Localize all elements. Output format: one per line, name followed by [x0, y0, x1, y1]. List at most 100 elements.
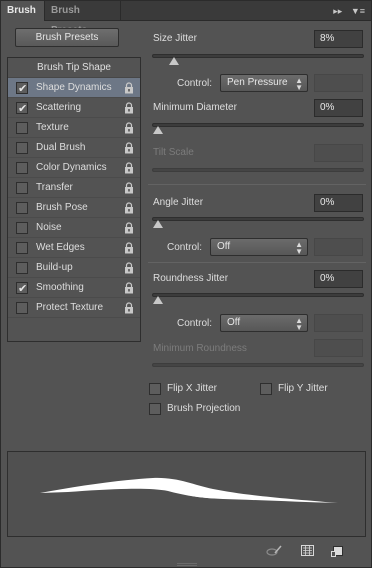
- brush-projection-label: Brush Projection: [167, 403, 241, 414]
- collapse-icon[interactable]: ▸▸: [333, 6, 342, 16]
- chevron-updown-icon: ▲ ▼: [295, 76, 303, 92]
- lock-icon[interactable]: [124, 102, 134, 114]
- lock-icon[interactable]: [124, 142, 134, 154]
- brush-preview-toggle-icon[interactable]: [266, 545, 282, 557]
- setting-checkbox[interactable]: [16, 99, 28, 119]
- roundness-jitter-label: Roundness Jitter: [153, 273, 229, 284]
- brush-setting-shape-dynamics[interactable]: Shape Dynamics: [8, 78, 140, 99]
- lock-icon[interactable]: [124, 262, 134, 274]
- size-jitter-label: Size Jitter: [153, 33, 197, 44]
- minimum-roundness-field: [314, 339, 363, 357]
- angle-control-select[interactable]: Off ▲ ▼: [210, 238, 308, 256]
- minimum-diameter-field[interactable]: 0%: [314, 99, 363, 117]
- flip-y-jitter-option[interactable]: Flip Y Jitter: [260, 382, 360, 396]
- flip-x-jitter-option[interactable]: Flip X Jitter: [149, 382, 249, 396]
- size-control-label: Control:: [177, 78, 213, 89]
- tilt-scale-slider: [152, 168, 364, 172]
- angle-jitter-thumb[interactable]: [153, 220, 163, 228]
- size-control-field: [314, 74, 363, 92]
- roundness-control-label: Control:: [177, 318, 213, 329]
- setting-checkbox[interactable]: [16, 182, 28, 194]
- brush-settings-list: Brush Tip Shape Shape Dynamics Scattering…: [7, 57, 141, 342]
- lock-icon[interactable]: [124, 282, 134, 294]
- brush-setting-brush-pose[interactable]: Brush Pose: [8, 198, 140, 218]
- tilt-scale-label: Tilt Scale: [153, 147, 194, 158]
- lock-icon[interactable]: [124, 302, 134, 314]
- angle-jitter-slider[interactable]: [152, 217, 364, 228]
- lock-icon[interactable]: [124, 242, 134, 254]
- panel-controls: ▸▸ ▼≡: [327, 1, 365, 21]
- setting-label: Brush Pose: [36, 202, 88, 213]
- brush-setting-noise[interactable]: Noise: [8, 218, 140, 238]
- panel-bottom-bar: [1, 542, 371, 561]
- brush-setting-color-dynamics[interactable]: Color Dynamics: [8, 158, 140, 178]
- flip-y-checkbox[interactable]: [260, 383, 272, 395]
- setting-label: Scattering: [36, 102, 82, 113]
- setting-checkbox[interactable]: [16, 79, 28, 99]
- brush-setting-smoothing[interactable]: Smoothing: [8, 278, 140, 299]
- size-jitter-field[interactable]: 8%: [314, 30, 363, 48]
- lock-icon[interactable]: [124, 202, 134, 214]
- lock-icon[interactable]: [124, 82, 134, 94]
- grid-icon[interactable]: [301, 545, 315, 557]
- angle-jitter-field[interactable]: 0%: [314, 194, 363, 212]
- roundness-control-value: Off: [227, 317, 241, 328]
- brush-stroke-preview: [7, 451, 366, 537]
- roundness-control-field: [314, 314, 363, 332]
- panel-tab-bar: Brush Brush Presets ▸▸ ▼≡: [1, 1, 371, 36]
- setting-label: Texture: [36, 122, 69, 133]
- setting-label: Noise: [36, 222, 62, 233]
- new-preset-icon[interactable]: [331, 545, 345, 557]
- lock-icon[interactable]: [124, 162, 134, 174]
- minimum-diameter-thumb[interactable]: [153, 126, 163, 134]
- brush-setting-transfer[interactable]: Transfer: [8, 178, 140, 198]
- lock-icon[interactable]: [124, 182, 134, 194]
- chevron-updown-icon: ▲ ▼: [295, 316, 303, 332]
- panel-menu-icon[interactable]: ▼≡: [351, 6, 365, 16]
- brush-projection-checkbox[interactable]: [149, 403, 161, 415]
- brush-setting-wet-edges[interactable]: Wet Edges: [8, 238, 140, 258]
- roundness-control-select[interactable]: Off ▲ ▼: [220, 314, 308, 332]
- setting-checkbox[interactable]: [16, 122, 28, 134]
- angle-control-label: Control:: [167, 242, 203, 253]
- section-divider: [148, 184, 366, 185]
- tab-brush-presets[interactable]: Brush Presets: [45, 1, 121, 36]
- roundness-jitter-thumb[interactable]: [153, 296, 163, 304]
- setting-label: Protect Texture: [36, 302, 104, 313]
- setting-checkbox[interactable]: [16, 242, 28, 254]
- brush-projection-option[interactable]: Brush Projection: [149, 402, 269, 416]
- size-jitter-slider[interactable]: [152, 54, 364, 65]
- brush-setting-scattering[interactable]: Scattering: [8, 98, 140, 119]
- roundness-jitter-slider[interactable]: [152, 293, 364, 304]
- brush-panel: Brush Brush Presets ▸▸ ▼≡ Brush Presets …: [0, 0, 372, 568]
- flip-x-checkbox[interactable]: [149, 383, 161, 395]
- brush-setting-protect-texture[interactable]: Protect Texture: [8, 298, 140, 318]
- brush-setting-dual-brush[interactable]: Dual Brush: [8, 138, 140, 158]
- minimum-diameter-label: Minimum Diameter: [153, 102, 237, 113]
- setting-checkbox[interactable]: [16, 142, 28, 154]
- brush-tip-shape-item[interactable]: Brush Tip Shape: [8, 58, 140, 78]
- roundness-jitter-field[interactable]: 0%: [314, 270, 363, 288]
- minimum-diameter-slider[interactable]: [152, 123, 364, 134]
- setting-checkbox[interactable]: [16, 202, 28, 214]
- setting-checkbox[interactable]: [16, 279, 28, 299]
- setting-checkbox[interactable]: [16, 162, 28, 174]
- flip-x-label: Flip X Jitter: [167, 383, 218, 394]
- brush-setting-build-up[interactable]: Build-up: [8, 258, 140, 278]
- setting-checkbox[interactable]: [16, 262, 28, 274]
- setting-label: Shape Dynamics: [36, 82, 112, 93]
- lock-icon[interactable]: [124, 222, 134, 234]
- setting-label: Wet Edges: [36, 242, 85, 253]
- setting-label: Dual Brush: [36, 142, 86, 153]
- brush-presets-button[interactable]: Brush Presets: [15, 28, 119, 47]
- brush-setting-texture[interactable]: Texture: [8, 118, 140, 138]
- setting-label: Smoothing: [36, 282, 84, 293]
- tab-brush[interactable]: Brush: [1, 1, 45, 21]
- setting-checkbox[interactable]: [16, 222, 28, 234]
- resize-grip[interactable]: [177, 563, 197, 566]
- setting-label: Build-up: [36, 262, 73, 273]
- size-jitter-thumb[interactable]: [169, 57, 179, 65]
- setting-checkbox[interactable]: [16, 302, 28, 314]
- lock-icon[interactable]: [124, 122, 134, 134]
- size-control-select[interactable]: Pen Pressure ▲ ▼: [220, 74, 308, 92]
